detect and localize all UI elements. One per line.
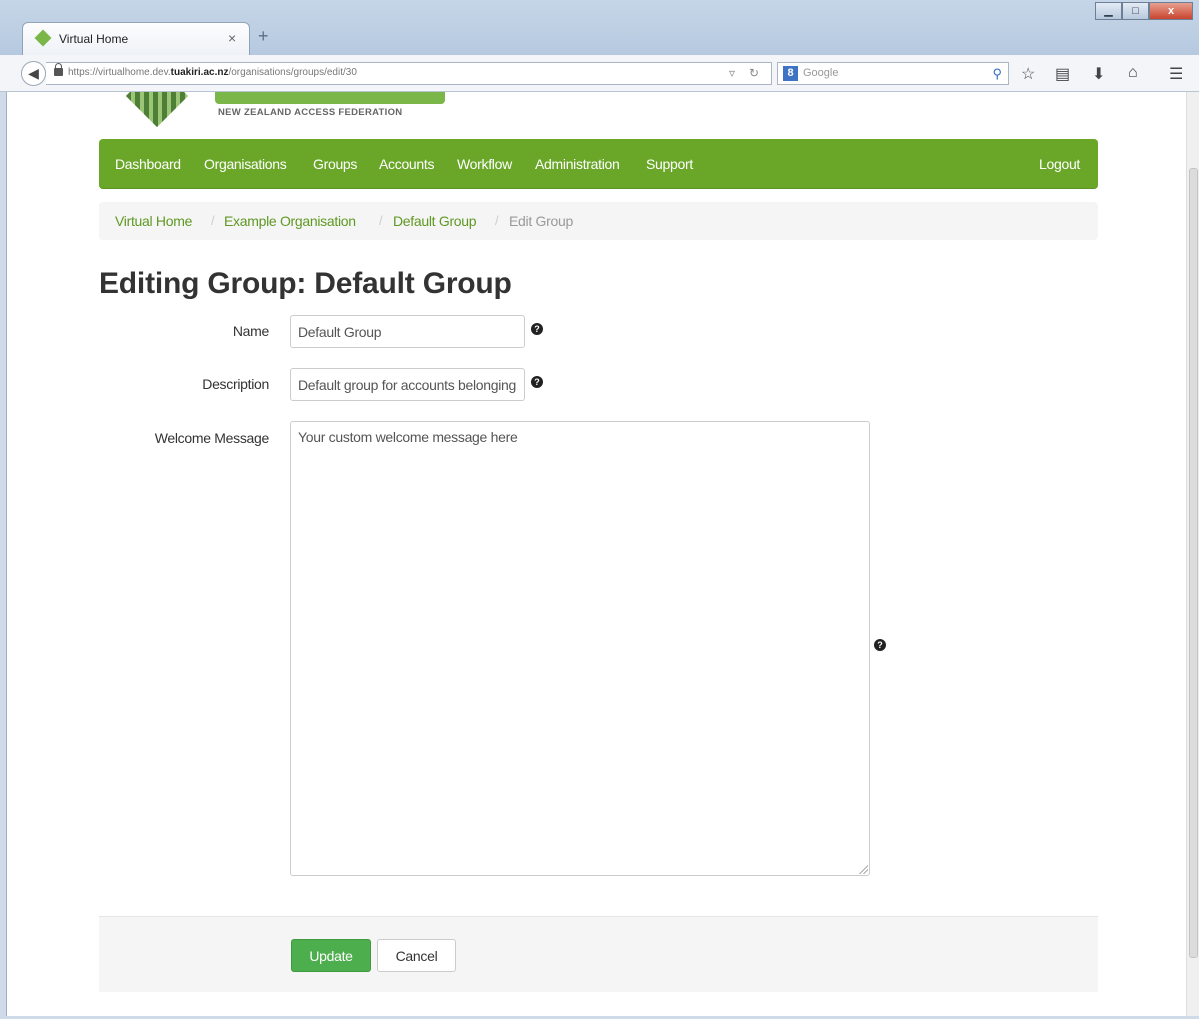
tab-title: Virtual Home — [59, 32, 129, 46]
clipboard-icon[interactable]: ▤ — [1055, 64, 1070, 84]
search-icon[interactable]: ⚲ — [992, 66, 1002, 82]
page-viewport: NEW ZEALAND ACCESS FEDERATION Dashboard … — [6, 92, 1186, 1016]
menu-icon[interactable]: ☰ — [1169, 64, 1183, 84]
logout-link[interactable]: Logout — [1039, 156, 1080, 172]
logo-mark — [125, 92, 189, 128]
home-icon[interactable]: ⌂ — [1128, 64, 1138, 82]
search-placeholder: Google — [803, 67, 839, 79]
scrollbar-thumb[interactable] — [1189, 168, 1198, 958]
page-scrollbar[interactable] — [1186, 92, 1199, 1016]
browser-tab[interactable]: Virtual Home × — [22, 22, 250, 55]
back-icon[interactable]: ◀ — [21, 61, 46, 86]
description-help-icon[interactable]: ? — [531, 376, 543, 388]
maximize-button[interactable]: □ — [1122, 2, 1149, 20]
address-bar[interactable]: https://virtualhome.dev.tuakiri.ac.nz/or… — [46, 62, 772, 85]
close-window-button[interactable]: x — [1149, 2, 1193, 20]
logo-wordmark — [215, 92, 445, 104]
breadcrumb-separator: / — [211, 213, 215, 228]
new-tab-icon[interactable]: + — [258, 26, 269, 47]
welcome-message-label: Welcome Message — [154, 430, 270, 446]
update-button[interactable]: Update — [291, 939, 371, 972]
breadcrumb-current: Edit Group — [509, 213, 573, 229]
nav-accounts[interactable]: Accounts — [379, 156, 434, 172]
main-nav: Dashboard Organisations Groups Accounts … — [99, 139, 1098, 189]
breadcrumb-virtual-home[interactable]: Virtual Home — [115, 213, 192, 229]
cancel-button[interactable]: Cancel — [377, 939, 456, 972]
favicon-icon — [34, 29, 52, 47]
breadcrumb-group[interactable]: Default Group — [393, 213, 477, 229]
nav-administration[interactable]: Administration — [535, 156, 620, 172]
download-icon[interactable]: ⬇ — [1092, 64, 1105, 84]
reload-icon[interactable]: ↻ — [749, 66, 759, 80]
nav-organisations[interactable]: Organisations — [204, 156, 287, 172]
description-label: Description — [202, 376, 269, 392]
browser-navbar: ◀ https://virtualhome.dev.tuakiri.ac.nz/… — [0, 55, 1199, 92]
tab-close-icon[interactable]: × — [228, 30, 236, 46]
search-bar[interactable]: 8 Google ⚲ — [777, 62, 1009, 85]
name-help-icon[interactable]: ? — [531, 323, 543, 335]
breadcrumb-separator: / — [495, 213, 499, 228]
bookmark-star-icon[interactable]: ☆ — [1021, 64, 1035, 84]
welcome-message-help-icon[interactable]: ? — [874, 639, 886, 651]
nav-dashboard[interactable]: Dashboard — [115, 156, 181, 172]
form-actions: Update Cancel — [99, 916, 1098, 992]
resize-handle-icon[interactable] — [858, 864, 868, 874]
welcome-message-field[interactable]: Your custom welcome message here — [290, 421, 870, 876]
description-field[interactable] — [290, 368, 525, 401]
breadcrumb-separator: / — [379, 213, 383, 228]
name-label: Name — [232, 323, 269, 339]
url-text: https://virtualhome.dev.tuakiri.ac.nz/or… — [68, 67, 357, 78]
nav-groups[interactable]: Groups — [313, 156, 357, 172]
page-title: Editing Group: Default Group — [99, 267, 512, 300]
lock-icon — [54, 63, 63, 76]
nav-workflow[interactable]: Workflow — [457, 156, 512, 172]
name-field[interactable] — [290, 315, 525, 348]
logo-subtitle: NEW ZEALAND ACCESS FEDERATION — [218, 107, 403, 118]
breadcrumb-organisation[interactable]: Example Organisation — [224, 213, 356, 229]
search-engine-icon[interactable]: 8 — [783, 66, 798, 81]
dropdown-icon[interactable]: ▿ — [729, 66, 735, 80]
breadcrumb: Virtual Home / Example Organisation / De… — [99, 202, 1098, 240]
minimize-button[interactable]: ▁ — [1095, 2, 1122, 20]
window-controls: ▁ □ x — [1095, 2, 1193, 20]
nav-support[interactable]: Support — [646, 156, 693, 172]
browser-titlebar: Virtual Home × + ▁ □ x — [0, 0, 1199, 55]
